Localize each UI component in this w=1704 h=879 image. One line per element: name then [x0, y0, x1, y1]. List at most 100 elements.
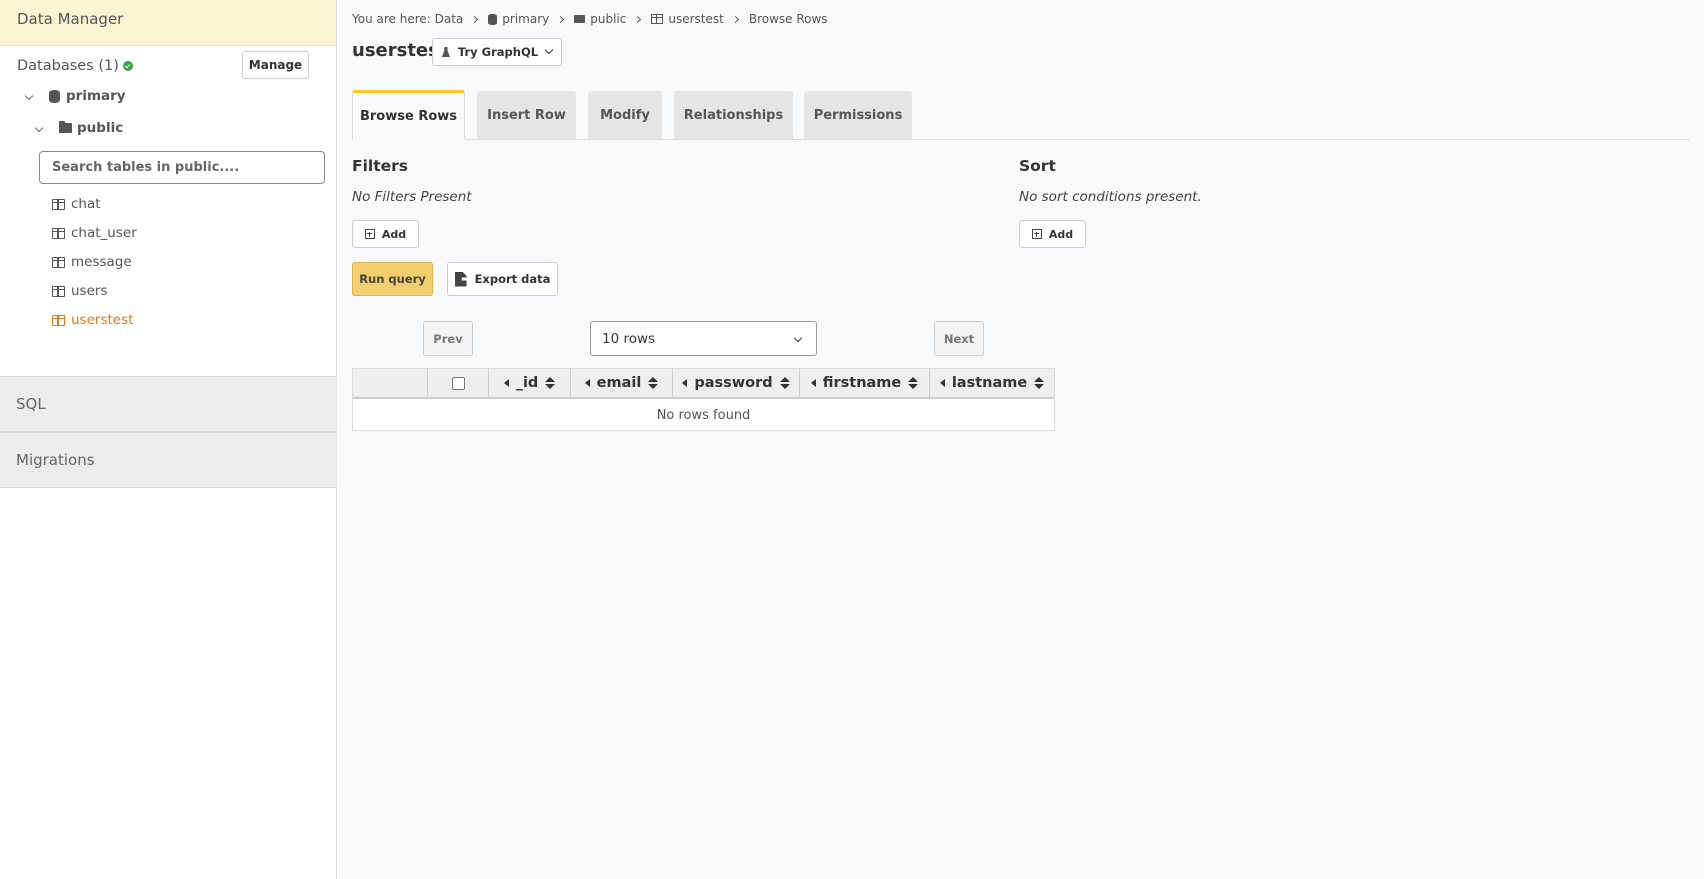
chevron-right-icon	[731, 15, 739, 23]
filters-empty-text: No Filters Present	[352, 189, 472, 205]
table-icon	[52, 227, 65, 239]
main-content: You are here: Data primary public userst…	[337, 0, 1704, 879]
rows-table: _id email password firstname lastname No…	[352, 368, 1055, 431]
table-item-chat_user[interactable]: chat_user	[52, 225, 137, 241]
database-icon	[49, 89, 60, 103]
table-item-chat[interactable]: chat	[52, 196, 101, 212]
plus-square-icon	[364, 229, 375, 239]
manage-button[interactable]: Manage	[242, 51, 309, 79]
sidebar-header: Data Manager	[0, 0, 336, 46]
sort-icon[interactable]	[908, 377, 919, 389]
chevron-down-icon[interactable]	[24, 91, 34, 101]
tab-insert-row[interactable]: Insert Row	[477, 91, 576, 139]
collapse-column-icon[interactable]	[810, 379, 816, 387]
table-item-userstest[interactable]: userstest	[52, 312, 133, 328]
databases-row: Databases (1) Manage	[0, 46, 336, 86]
table-icon	[651, 14, 664, 24]
table-icon	[52, 285, 65, 297]
chevron-down-icon[interactable]	[34, 123, 44, 133]
schema-name: public	[77, 120, 124, 136]
breadcrumb-userstest[interactable]: userstest	[668, 12, 723, 26]
filters-title: Filters	[352, 157, 409, 175]
breadcrumb-data[interactable]: You are here: Data	[352, 12, 463, 26]
sidebar: Data Manager Databases (1) Manage primar…	[0, 0, 337, 879]
no-rows-message: No rows found	[656, 408, 751, 423]
chevron-right-icon	[634, 15, 642, 23]
rows-per-page-select[interactable]: 10 rows	[590, 321, 817, 356]
chevron-down-icon	[544, 45, 554, 55]
collapse-column-icon[interactable]	[939, 379, 945, 387]
column-header-lastname[interactable]: lastname	[930, 369, 1054, 397]
tree-db-primary[interactable]: primary	[24, 88, 126, 104]
table-item-label: userstest	[71, 312, 134, 328]
folder-icon	[574, 15, 586, 23]
table-icon	[52, 256, 65, 268]
search-placeholder: Search tables in public....	[52, 160, 240, 175]
try-graphql-label: Try GraphQL	[457, 45, 539, 59]
plus-square-icon	[1031, 229, 1042, 239]
databases-label: Databases (1)	[17, 58, 133, 74]
sidebar-section-migrations[interactable]: Migrations	[0, 432, 337, 488]
breadcrumb-primary[interactable]: primary	[502, 12, 549, 26]
table-icon	[52, 314, 65, 326]
export-data-button[interactable]: Export data	[447, 262, 558, 296]
column-header-label: email	[596, 375, 642, 391]
table-item-label: message	[71, 254, 132, 270]
collapse-column-icon[interactable]	[584, 379, 590, 387]
sidebar-title: Data Manager	[17, 10, 124, 28]
sort-icon[interactable]	[1034, 377, 1045, 389]
table-item-label: chat	[71, 196, 101, 212]
add-sort-label: Add	[1048, 227, 1074, 241]
breadcrumb: You are here: Data primary public userst…	[352, 12, 828, 26]
add-filter-label: Add	[381, 227, 407, 241]
column-header-label: lastname	[951, 375, 1028, 391]
tab-relationships[interactable]: Relationships	[674, 91, 793, 139]
sort-title: Sort	[1019, 157, 1056, 175]
sidebar-section-label: SQL	[16, 395, 46, 413]
add-sort-button[interactable]: Add	[1019, 220, 1086, 248]
sort-icon[interactable]	[545, 377, 556, 389]
actions-header	[353, 369, 428, 397]
run-query-button[interactable]: Run query	[352, 262, 433, 296]
column-header-label: firstname	[822, 375, 902, 391]
column-header-password[interactable]: password	[673, 369, 800, 397]
table-item-message[interactable]: message	[52, 254, 132, 270]
table-item-label: users	[71, 283, 108, 299]
column-header-email[interactable]: email	[571, 369, 673, 397]
db-name: primary	[66, 88, 126, 104]
database-icon	[488, 13, 498, 25]
table-search-input[interactable]: Search tables in public....	[39, 151, 325, 184]
sidebar-section-sql[interactable]: SQL	[0, 376, 337, 432]
column-header-id[interactable]: _id	[489, 369, 571, 397]
try-graphql-button[interactable]: Try GraphQL	[432, 38, 562, 66]
sort-icon[interactable]	[648, 377, 659, 389]
tab-modify[interactable]: Modify	[588, 91, 662, 139]
prev-page-button[interactable]: Prev	[423, 321, 473, 356]
column-header-firstname[interactable]: firstname	[800, 369, 930, 397]
tree-schema-public[interactable]: public	[34, 120, 124, 136]
table-item-users[interactable]: users	[52, 283, 107, 299]
rows-per-page-value: 10 rows	[602, 331, 656, 347]
next-page-button[interactable]: Next	[934, 321, 984, 356]
tab-permissions[interactable]: Permissions	[804, 91, 912, 139]
databases-count: Databases (1)	[17, 58, 119, 74]
breadcrumb-current: Browse Rows	[748, 12, 828, 26]
breadcrumb-public[interactable]: public	[590, 12, 626, 26]
select-all-checkbox[interactable]	[451, 376, 465, 390]
add-filter-button[interactable]: Add	[352, 220, 419, 248]
select-all-header	[428, 369, 489, 397]
table-icon	[52, 198, 65, 210]
connected-check-icon	[122, 61, 133, 71]
tab-browse-rows[interactable]: Browse Rows	[352, 90, 465, 140]
sort-icon[interactable]	[779, 377, 790, 389]
collapse-column-icon[interactable]	[503, 379, 509, 387]
chevron-right-icon	[471, 15, 479, 23]
tab-bar: Browse Rows Insert Row Modify Relationsh…	[352, 90, 1690, 140]
column-header-label: _id	[515, 375, 539, 391]
table-item-label: chat_user	[71, 225, 137, 241]
file-export-icon	[454, 271, 467, 287]
sidebar-section-label: Migrations	[16, 451, 95, 469]
collapse-column-icon[interactable]	[682, 379, 688, 387]
export-data-label: Export data	[474, 272, 551, 286]
folder-icon	[59, 121, 72, 133]
